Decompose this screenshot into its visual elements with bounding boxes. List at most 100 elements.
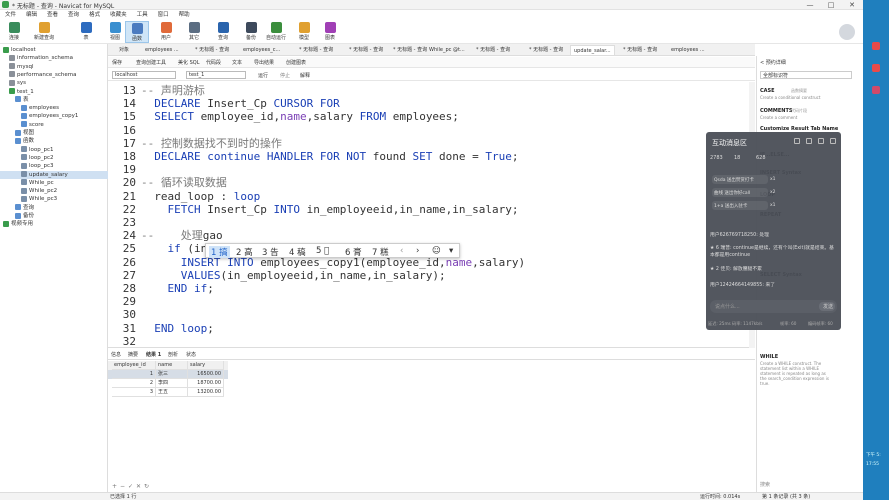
result-tab[interactable]: 信息 xyxy=(111,351,121,358)
result-tab[interactable]: 状态 xyxy=(186,351,196,358)
tree-item[interactable]: localhost xyxy=(0,46,108,54)
menu-item[interactable]: 编辑 xyxy=(21,10,42,20)
grid-footer-button[interactable]: − xyxy=(120,483,125,490)
grid-footer-button[interactable]: ↻ xyxy=(144,483,149,490)
database-select[interactable]: test_1 xyxy=(186,71,246,79)
stop-button[interactable]: 停止 xyxy=(280,72,290,79)
editor-tab[interactable]: * 无标题 - 查询 xyxy=(390,45,430,55)
menu-item[interactable]: 查看 xyxy=(42,10,63,20)
tree-item[interactable]: information_schema xyxy=(0,54,108,62)
result-tab[interactable]: 剖析 xyxy=(168,351,178,358)
editor-tab[interactable]: update_salar... xyxy=(570,45,615,55)
editor-tool-button[interactable]: 查询创建工具 xyxy=(136,59,166,66)
menu-item[interactable]: 格式 xyxy=(84,10,105,20)
table-row[interactable]: 1 张三 16500.00 xyxy=(108,370,228,379)
tree-item[interactable]: 备份 xyxy=(0,212,108,220)
menu-item[interactable]: 窗口 xyxy=(153,10,174,20)
menu-item[interactable]: 工具 xyxy=(132,10,153,20)
toolbar-button-query[interactable]: 查询 xyxy=(211,21,235,43)
table-row[interactable]: 3 王五 13200.00 xyxy=(108,388,228,397)
editor-tool-button[interactable]: 导出结果 xyxy=(254,59,274,66)
tree-item[interactable]: loop_pc1 xyxy=(0,146,108,154)
identifier-select[interactable]: 全部标识符 xyxy=(760,71,852,79)
editor-tab[interactable]: employees_c... xyxy=(240,45,283,55)
table-cell[interactable]: 16500.00 xyxy=(188,370,224,379)
editor-tool-button[interactable]: 美化 SQL xyxy=(178,59,200,66)
editor-tab[interactable]: employees ... xyxy=(142,45,182,55)
tree-item[interactable]: 查询 xyxy=(0,204,108,212)
editor-tab[interactable]: * 无标题 - 查询 xyxy=(346,45,386,55)
toolbar-button-automation[interactable]: 自动运行 xyxy=(264,21,288,43)
minimize-button[interactable]: — xyxy=(800,0,820,10)
chevron-right-icon[interactable]: › xyxy=(416,246,419,256)
snippet-name[interactable]: WHILE xyxy=(760,354,778,360)
editor-tab[interactable]: While_pc @t... xyxy=(426,45,468,55)
server-select[interactable]: localhost xyxy=(112,71,176,79)
run-button[interactable]: 运行 xyxy=(258,72,268,79)
ime-candidate[interactable]: 6 膏 xyxy=(345,246,362,258)
ime-candidate[interactable]: 4 稿 xyxy=(289,246,306,258)
editor-tab[interactable]: * 无标题 - 查询 xyxy=(192,45,232,55)
editor-tab[interactable]: * 无标题 - 查询 xyxy=(296,45,336,55)
tree-item[interactable]: While_pc3 xyxy=(0,195,108,203)
ime-candidate[interactable]: 1 搞 xyxy=(209,246,230,258)
sql-editor[interactable]: 13 -- 声明游标 14 DECLARE Insert_Cp CURSOR FOR… xyxy=(108,82,755,348)
grid-footer-button[interactable]: + xyxy=(112,483,117,490)
toolbar-button-model[interactable]: 模型 xyxy=(292,21,316,43)
column-header[interactable]: name xyxy=(156,361,188,370)
tree-item[interactable]: sys xyxy=(0,79,108,87)
strip-app-icon[interactable] xyxy=(872,86,880,94)
tree-item[interactable]: test_1 xyxy=(0,88,108,96)
ime-candidate[interactable]: 3 告 xyxy=(262,246,279,258)
tree-item[interactable]: While_pc xyxy=(0,179,108,187)
tree-item[interactable]: loop_pc3 xyxy=(0,162,108,170)
editor-tab[interactable]: 对象 xyxy=(116,45,132,55)
result-tab[interactable]: 摘要 xyxy=(128,351,138,358)
editor-tab[interactable]: * 无标题 - 查询 xyxy=(473,45,513,55)
column-header[interactable]: salary xyxy=(188,361,224,370)
explain-button[interactable]: 解释 xyxy=(300,72,310,79)
snippet-search[interactable]: 搜索 xyxy=(760,481,770,488)
menu-item[interactable]: 收藏夹 xyxy=(105,10,132,20)
editor-tab[interactable]: employees ... xyxy=(668,45,708,55)
fullscreen-icon[interactable] xyxy=(794,138,800,144)
editor-tool-button[interactable]: 代码段 xyxy=(206,59,221,66)
emoji-icon[interactable]: ☺ xyxy=(432,246,441,256)
table-cell[interactable]: 18700.00 xyxy=(188,379,224,388)
result-tab[interactable]: 结果 1 xyxy=(146,351,161,358)
toolbar-button-user[interactable]: 用户 xyxy=(154,21,178,43)
editor-tool-button[interactable]: 文本 xyxy=(232,59,242,66)
toolbar-button-table[interactable]: 表 xyxy=(74,21,98,43)
strip-app-icon[interactable] xyxy=(872,64,880,72)
toolbar-button-view[interactable]: 视图 xyxy=(103,21,127,43)
tree-item[interactable]: 视图 xyxy=(0,129,108,137)
tree-item[interactable]: employees xyxy=(0,104,108,112)
ime-candidate[interactable]: 2 高 xyxy=(236,246,253,258)
snippet-name[interactable]: COMMENTS xyxy=(760,108,792,114)
ime-candidate[interactable]: 5 𫝁 xyxy=(316,246,329,256)
table-cell[interactable]: 3 xyxy=(112,388,156,397)
editor-tool-button[interactable]: 创建图表 xyxy=(286,59,306,66)
toolbar-button-new-query[interactable]: 新建查询 xyxy=(32,21,56,43)
toolbar-button-connection[interactable]: 连接 xyxy=(2,21,26,43)
table-cell[interactable]: 李四 xyxy=(156,379,188,388)
menu-item[interactable]: 查询 xyxy=(63,10,84,20)
toolbar-button-other[interactable]: 其它 xyxy=(182,21,206,43)
table-cell[interactable]: 13200.00 xyxy=(188,388,224,397)
grid-footer-button[interactable]: ✕ xyxy=(136,483,141,490)
tree-item[interactable]: score xyxy=(0,121,108,129)
editor-tab[interactable]: * 无标题 - 查询 xyxy=(526,45,566,55)
maximize-button[interactable]: □ xyxy=(821,0,841,10)
tree-item[interactable]: update_salary xyxy=(0,170,108,179)
editor-tab[interactable]: * 无标题 - 查询 xyxy=(620,45,660,55)
tree-item[interactable]: While_pc2 xyxy=(0,187,108,195)
tree-item[interactable]: 视频专用 xyxy=(0,220,108,228)
tree-item[interactable]: 表 xyxy=(0,96,108,104)
table-cell[interactable]: 2 xyxy=(112,379,156,388)
chevron-down-icon[interactable]: ▾ xyxy=(449,246,453,256)
tree-item[interactable]: performance_schema xyxy=(0,71,108,79)
tree-item[interactable]: employees_copy1 xyxy=(0,112,108,120)
menu-item[interactable]: 文件 xyxy=(0,10,21,20)
toolbar-button-chart[interactable]: 图表 xyxy=(318,21,342,43)
toolbar-button-function[interactable]: 函数 xyxy=(125,21,149,43)
